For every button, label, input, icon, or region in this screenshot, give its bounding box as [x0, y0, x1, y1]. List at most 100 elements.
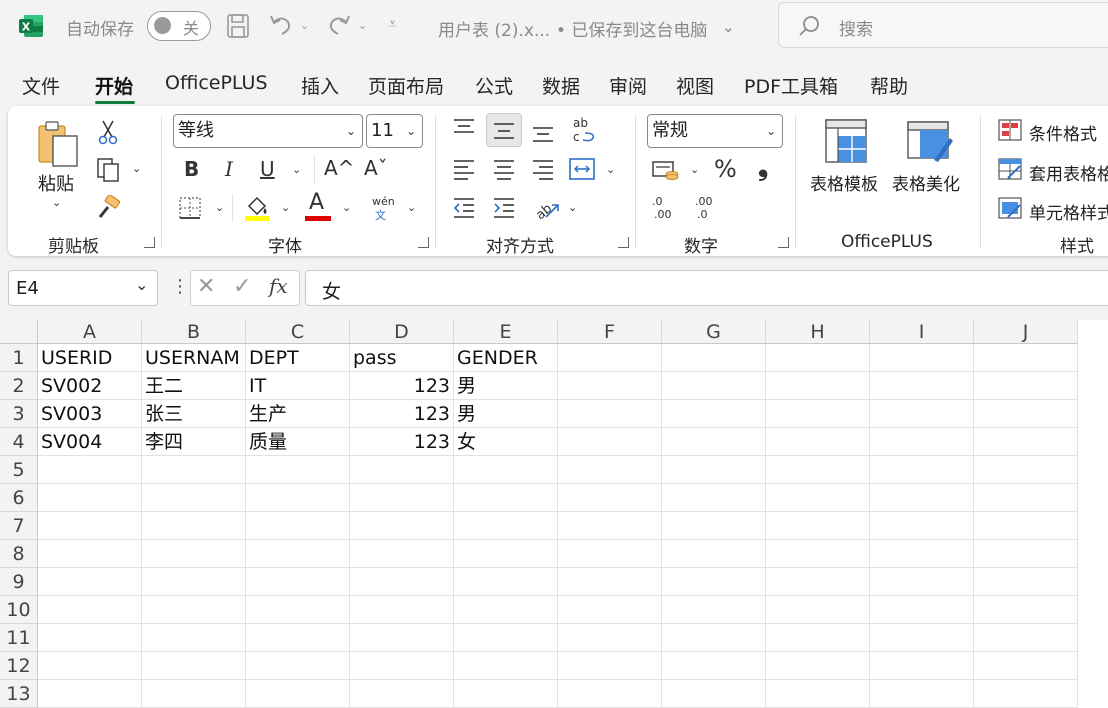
number-format-select[interactable]: 常规 ⌄ — [647, 114, 783, 148]
cell-J9[interactable] — [974, 568, 1078, 596]
cell-A7[interactable] — [38, 512, 142, 540]
cell-I7[interactable] — [870, 512, 974, 540]
cell-A13[interactable] — [38, 680, 142, 708]
cell-I11[interactable] — [870, 624, 974, 652]
cell-I2[interactable] — [870, 372, 974, 400]
cell-D7[interactable] — [350, 512, 454, 540]
cell-B1[interactable]: USERNAM — [142, 344, 246, 372]
format-as-table-icon[interactable] — [998, 158, 1022, 180]
cell-H6[interactable] — [766, 484, 870, 512]
cell-H1[interactable] — [766, 344, 870, 372]
accounting-format-icon[interactable] — [652, 158, 680, 182]
italic-button[interactable]: I — [225, 157, 233, 181]
column-header[interactable]: G — [662, 320, 766, 344]
cell-B7[interactable] — [142, 512, 246, 540]
row-header[interactable]: 11 — [0, 624, 38, 652]
format-as-table-label[interactable]: 套用表格格 — [1029, 160, 1108, 185]
copy-icon[interactable] — [96, 157, 122, 183]
cell-I13[interactable] — [870, 680, 974, 708]
cell-J1[interactable] — [974, 344, 1078, 372]
cell-J4[interactable] — [974, 428, 1078, 456]
cell-H10[interactable] — [766, 596, 870, 624]
row-header[interactable]: 5 — [0, 456, 38, 484]
cell-F8[interactable] — [558, 540, 662, 568]
undo-dropdown-icon[interactable]: ⌄ — [300, 19, 309, 32]
merge-center-icon[interactable] — [569, 157, 595, 181]
column-header[interactable]: B — [142, 320, 246, 344]
align-center-icon[interactable] — [492, 158, 516, 180]
row-header[interactable]: 13 — [0, 680, 38, 708]
cell-styles-icon[interactable] — [998, 197, 1022, 219]
tab-page-layout[interactable]: 页面布局 — [368, 72, 444, 99]
cell-F7[interactable] — [558, 512, 662, 540]
cell-G13[interactable] — [662, 680, 766, 708]
cell-G7[interactable] — [662, 512, 766, 540]
cell-A4[interactable]: SV004 — [38, 428, 142, 456]
number-launcher-icon[interactable] — [778, 237, 789, 248]
cell-B3[interactable]: 张三 — [142, 400, 246, 428]
cell-C6[interactable] — [246, 484, 350, 512]
cell-D11[interactable] — [350, 624, 454, 652]
cell-B2[interactable]: 王二 — [142, 372, 246, 400]
tab-file[interactable]: 文件 — [22, 72, 60, 99]
cell-E7[interactable] — [454, 512, 558, 540]
cell-H7[interactable] — [766, 512, 870, 540]
cell-E6[interactable] — [454, 484, 558, 512]
cell-J13[interactable] — [974, 680, 1078, 708]
cell-E5[interactable] — [454, 456, 558, 484]
row-header[interactable]: 9 — [0, 568, 38, 596]
column-header[interactable]: I — [870, 320, 974, 344]
cell-C5[interactable] — [246, 456, 350, 484]
cell-E3[interactable]: 男 — [454, 400, 558, 428]
cell-G3[interactable] — [662, 400, 766, 428]
cell-J6[interactable] — [974, 484, 1078, 512]
row-header[interactable]: 2 — [0, 372, 38, 400]
align-top-icon[interactable] — [452, 118, 476, 138]
pinyin-dropdown-icon[interactable]: ⌄ — [407, 201, 416, 214]
cell-C3[interactable]: 生产 — [246, 400, 350, 428]
cell-G9[interactable] — [662, 568, 766, 596]
column-header[interactable]: E — [454, 320, 558, 344]
cell-D10[interactable] — [350, 596, 454, 624]
fill-color-dropdown-icon[interactable]: ⌄ — [281, 201, 290, 214]
cell-I5[interactable] — [870, 456, 974, 484]
shrink-font-button[interactable]: Aˇ — [364, 156, 388, 180]
alignment-launcher-icon[interactable] — [618, 237, 629, 248]
row-header[interactable]: 12 — [0, 652, 38, 680]
cell-F10[interactable] — [558, 596, 662, 624]
cell-C4[interactable]: 质量 — [246, 428, 350, 456]
format-painter-icon[interactable] — [96, 195, 122, 221]
percent-style-button[interactable]: % — [714, 155, 737, 183]
row-header[interactable]: 6 — [0, 484, 38, 512]
increase-indent-icon[interactable] — [492, 197, 516, 219]
increase-decimal-button[interactable]: .0 .00 — [652, 195, 680, 223]
name-box[interactable]: E4 ⌄ — [8, 270, 158, 306]
cell-A8[interactable] — [38, 540, 142, 568]
cell-I1[interactable] — [870, 344, 974, 372]
fill-color-icon[interactable] — [244, 194, 270, 222]
cell-D8[interactable] — [350, 540, 454, 568]
cell-G8[interactable] — [662, 540, 766, 568]
cell-J11[interactable] — [974, 624, 1078, 652]
cell-I12[interactable] — [870, 652, 974, 680]
save-status[interactable]: • 已保存到这台电脑 — [556, 16, 707, 41]
cell-C9[interactable] — [246, 568, 350, 596]
cell-F13[interactable] — [558, 680, 662, 708]
cell-G12[interactable] — [662, 652, 766, 680]
cell-H4[interactable] — [766, 428, 870, 456]
cell-G6[interactable] — [662, 484, 766, 512]
formula-input[interactable]: 女 — [305, 270, 1108, 306]
accounting-dropdown-icon[interactable]: ⌄ — [690, 163, 699, 176]
column-header[interactable]: J — [974, 320, 1078, 344]
cell-F11[interactable] — [558, 624, 662, 652]
column-header[interactable]: H — [766, 320, 870, 344]
paste-label[interactable]: 粘贴 — [38, 170, 74, 196]
cell-B9[interactable] — [142, 568, 246, 596]
cell-G2[interactable] — [662, 372, 766, 400]
cell-A5[interactable] — [38, 456, 142, 484]
align-bottom-icon[interactable] — [531, 124, 555, 144]
column-header[interactable]: F — [558, 320, 662, 344]
cell-G11[interactable] — [662, 624, 766, 652]
cell-I9[interactable] — [870, 568, 974, 596]
row-header[interactable]: 1 — [0, 344, 38, 372]
